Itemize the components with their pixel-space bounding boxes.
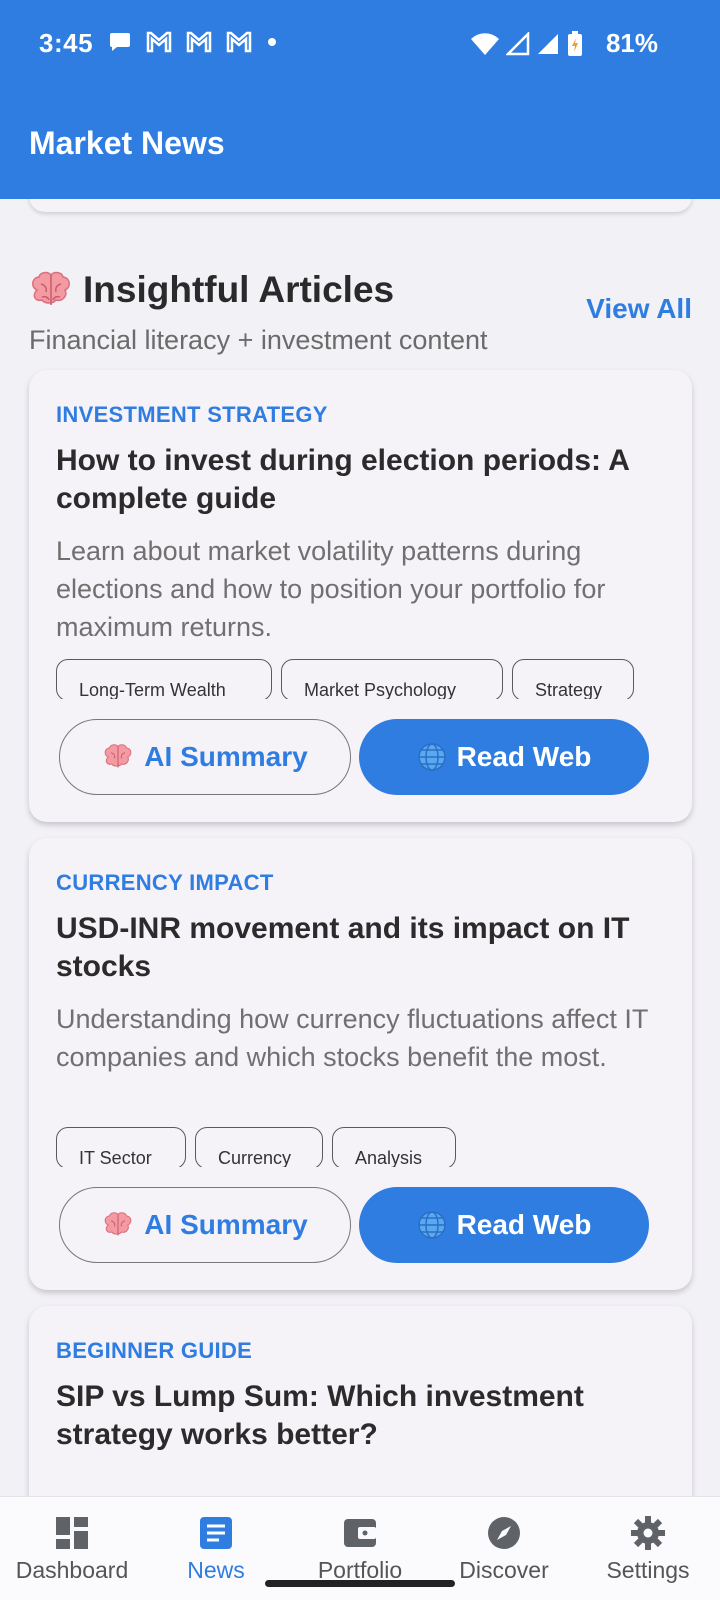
article-card[interactable]: INVESTMENT STRATEGY How to invest during… xyxy=(29,370,692,822)
brain-icon xyxy=(104,1212,132,1236)
read-web-label: Read Web xyxy=(456,1209,592,1240)
wallet-icon xyxy=(344,1519,376,1547)
gmail-icon xyxy=(186,31,212,53)
read-web-button[interactable]: Read Web xyxy=(359,719,649,795)
gesture-handle[interactable] xyxy=(265,1580,455,1587)
article-actions: AI Summary Read Web xyxy=(59,1187,649,1263)
tag-chip[interactable]: Strategy xyxy=(512,659,634,699)
article-actions: AI Summary Read Web xyxy=(59,719,649,795)
article-card[interactable]: CURRENCY IMPACT USD-INR movement and its… xyxy=(29,838,692,1290)
signal-icon xyxy=(506,32,530,56)
insightful-articles-header: Insightful Articles Financial literacy +… xyxy=(29,269,692,355)
article-title: SIP vs Lump Sum: Which investment strate… xyxy=(56,1380,584,1451)
gear-icon xyxy=(631,1516,665,1550)
top-app-bar: 3:45 81% Market News xyxy=(0,0,720,199)
tag-chip[interactable]: Long-Term Wealth xyxy=(56,659,272,699)
nav-label: Settings xyxy=(606,1557,690,1583)
chat-bubble-icon xyxy=(110,33,130,51)
system-icons xyxy=(470,30,584,58)
ai-summary-button[interactable]: AI Summary xyxy=(59,1187,351,1263)
ai-summary-button[interactable]: AI Summary xyxy=(59,719,351,795)
article-category: BEGINNER GUIDE xyxy=(56,1338,253,1363)
tag-chip[interactable]: Currency xyxy=(195,1127,323,1167)
ai-summary-label: AI Summary xyxy=(144,1209,308,1240)
article-title: How to invest during election periods: A… xyxy=(56,444,629,515)
nav-item-dashboard[interactable]: Dashboard xyxy=(0,1497,144,1600)
article-description: Understanding how currency fluctuations … xyxy=(56,1004,648,1072)
view-all-link[interactable]: View All xyxy=(586,293,692,325)
ai-summary-label: AI Summary xyxy=(144,741,308,772)
more-dot-icon xyxy=(268,38,276,46)
article-tags: IT Sector Currency Analysis xyxy=(56,1127,456,1167)
status-bar: 3:45 81% xyxy=(0,0,720,88)
news-icon xyxy=(200,1517,232,1549)
article-card[interactable]: BEGINNER GUIDE SIP vs Lump Sum: Which in… xyxy=(29,1306,692,1496)
tag-chip[interactable]: Analysis xyxy=(332,1127,456,1167)
globe-icon xyxy=(417,1211,446,1239)
nav-label: Dashboard xyxy=(15,1557,129,1583)
section-subtitle: Financial literacy + investment content xyxy=(29,325,488,355)
status-time: 3:45 xyxy=(39,28,94,58)
battery-charging-icon xyxy=(568,31,582,56)
brain-icon xyxy=(32,271,70,305)
article-title: USD-INR movement and its impact on IT st… xyxy=(56,912,630,983)
gmail-icon xyxy=(226,31,252,53)
article-tags: Long-Term Wealth Market Psychology Strat… xyxy=(56,659,634,699)
read-web-label: Read Web xyxy=(456,741,592,772)
tag-chip[interactable]: IT Sector xyxy=(56,1127,186,1167)
gmail-icon xyxy=(146,31,172,53)
read-web-button[interactable]: Read Web xyxy=(359,1187,649,1263)
nav-item-settings[interactable]: Settings xyxy=(576,1497,720,1600)
compass-icon xyxy=(488,1517,520,1549)
wifi-icon xyxy=(471,33,499,55)
article-description: Learn about market volatility patterns d… xyxy=(56,536,606,642)
dashboard-icon xyxy=(56,1517,88,1549)
news-feed[interactable]: Insightful Articles Financial literacy +… xyxy=(0,199,720,1496)
globe-icon xyxy=(417,743,446,771)
article-category: INVESTMENT STRATEGY xyxy=(56,402,328,427)
tag-chip[interactable]: Market Psychology xyxy=(281,659,503,699)
notification-icons xyxy=(108,30,278,54)
page-title: Market News xyxy=(29,125,225,161)
article-category: CURRENCY IMPACT xyxy=(56,870,274,895)
brain-icon xyxy=(104,744,132,768)
section-title: Insightful Articles xyxy=(83,269,395,310)
battery-percentage: 81% xyxy=(605,28,658,58)
signal-icon xyxy=(538,34,558,54)
previous-card[interactable] xyxy=(29,199,692,212)
